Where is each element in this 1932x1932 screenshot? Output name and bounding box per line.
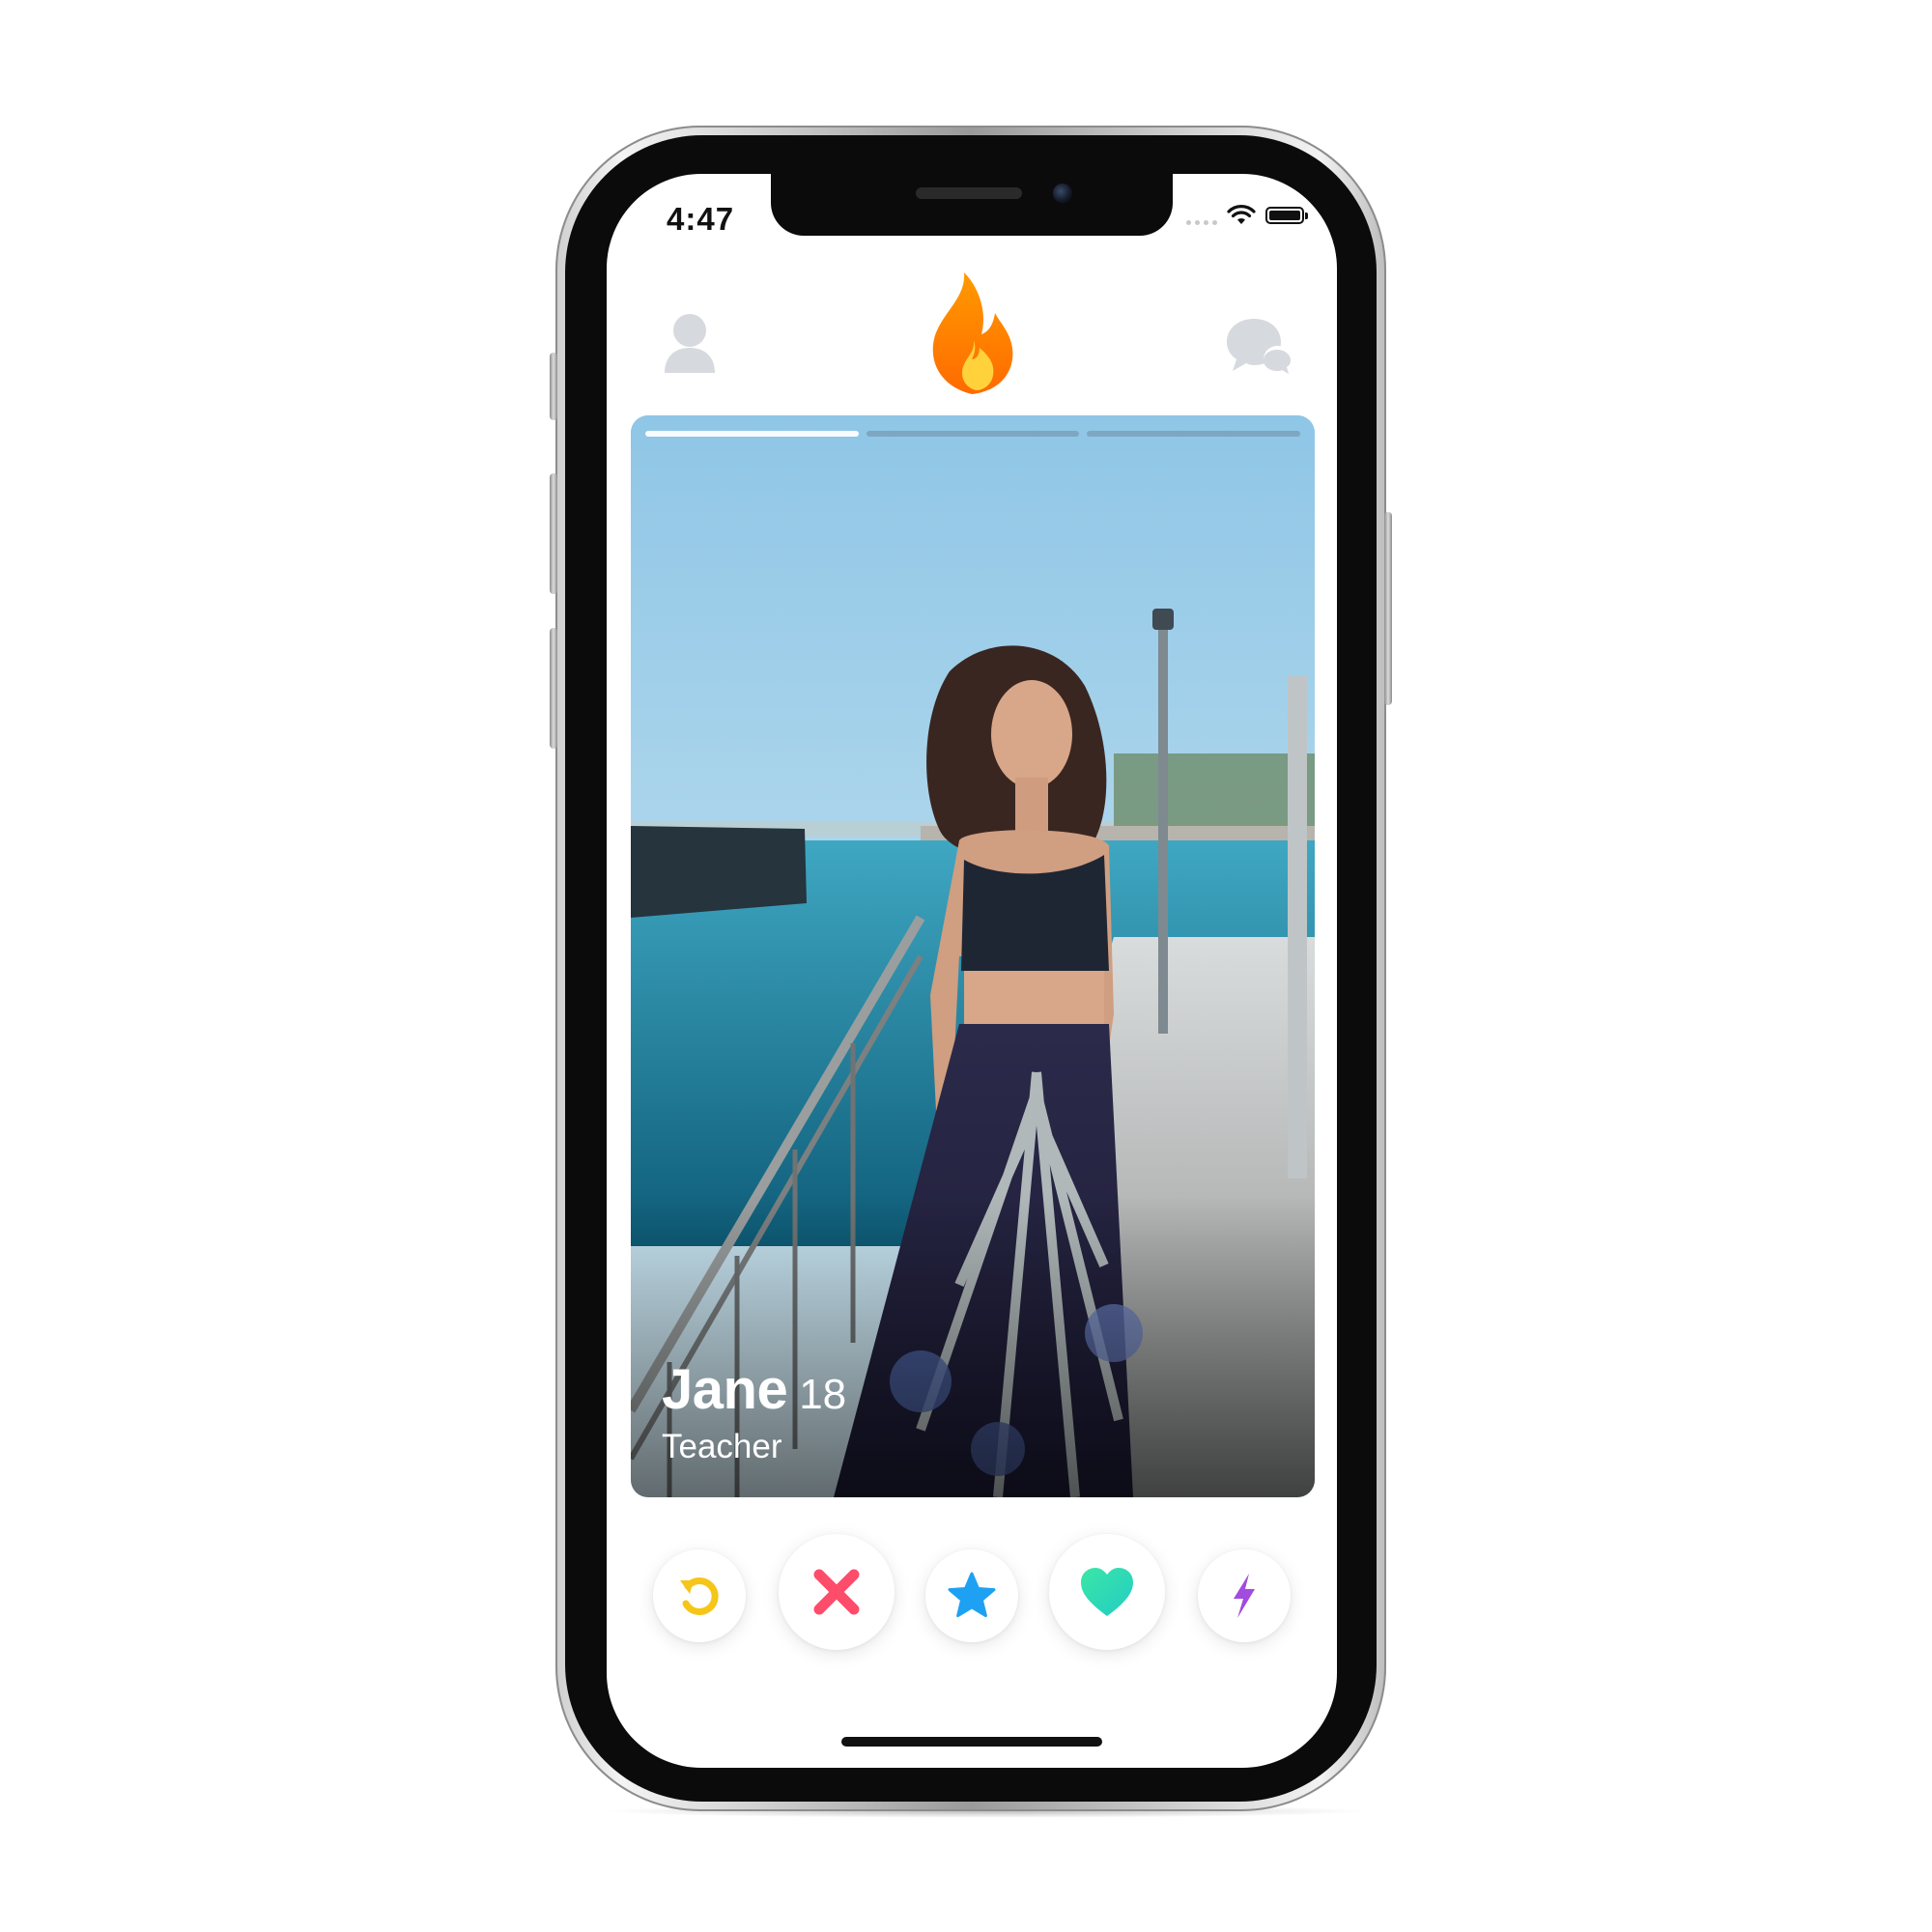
boost-button[interactable] (1198, 1549, 1291, 1642)
nope-button[interactable] (779, 1534, 895, 1650)
star-icon (948, 1572, 996, 1618)
name-row: Jane 18 (662, 1357, 846, 1422)
flame-logo-icon[interactable] (927, 270, 1016, 398)
heart-icon (1081, 1568, 1133, 1616)
photo-progress-segment-1 (645, 431, 859, 437)
photo-progress-bar (645, 431, 1301, 437)
profile-icon[interactable] (663, 309, 717, 377)
super-like-button[interactable] (925, 1549, 1018, 1642)
close-icon (813, 1569, 860, 1615)
profile-info: Jane 18 Teacher (662, 1357, 846, 1466)
notch (771, 174, 1173, 236)
status-indicators (1186, 205, 1308, 226)
profile-card[interactable]: Jane 18 Teacher (631, 415, 1315, 1497)
chat-bubbles-icon[interactable] (1225, 317, 1294, 377)
wifi-icon (1227, 205, 1256, 224)
power-button (1384, 512, 1392, 705)
mute-switch (550, 353, 557, 420)
stage: 4:47 Jane 18 Teacher (0, 0, 1932, 1932)
volume-down-button (550, 628, 557, 749)
like-button[interactable] (1049, 1534, 1165, 1650)
volume-up-button (550, 473, 557, 594)
status-time: 4:47 (667, 201, 735, 237)
app-screen: 4:47 Jane 18 Teacher (607, 174, 1337, 1768)
top-navigation (607, 270, 1337, 406)
battery-icon (1265, 207, 1308, 224)
profile-name: Jane (662, 1358, 788, 1421)
action-bar (607, 1526, 1337, 1681)
lightning-icon (1234, 1574, 1255, 1618)
profile-age: 18 (799, 1371, 847, 1418)
cellular-signal-icon (1186, 206, 1217, 225)
photo-progress-segment-3 (1087, 431, 1301, 437)
profile-job: Teacher (662, 1428, 782, 1465)
profile-photo (631, 415, 1315, 1497)
rewind-icon (680, 1577, 719, 1615)
front-camera (1053, 184, 1072, 203)
rewind-button[interactable] (653, 1549, 746, 1642)
home-indicator[interactable] (841, 1737, 1102, 1747)
photo-progress-segment-2 (866, 431, 1080, 437)
speaker-grille (916, 187, 1022, 199)
